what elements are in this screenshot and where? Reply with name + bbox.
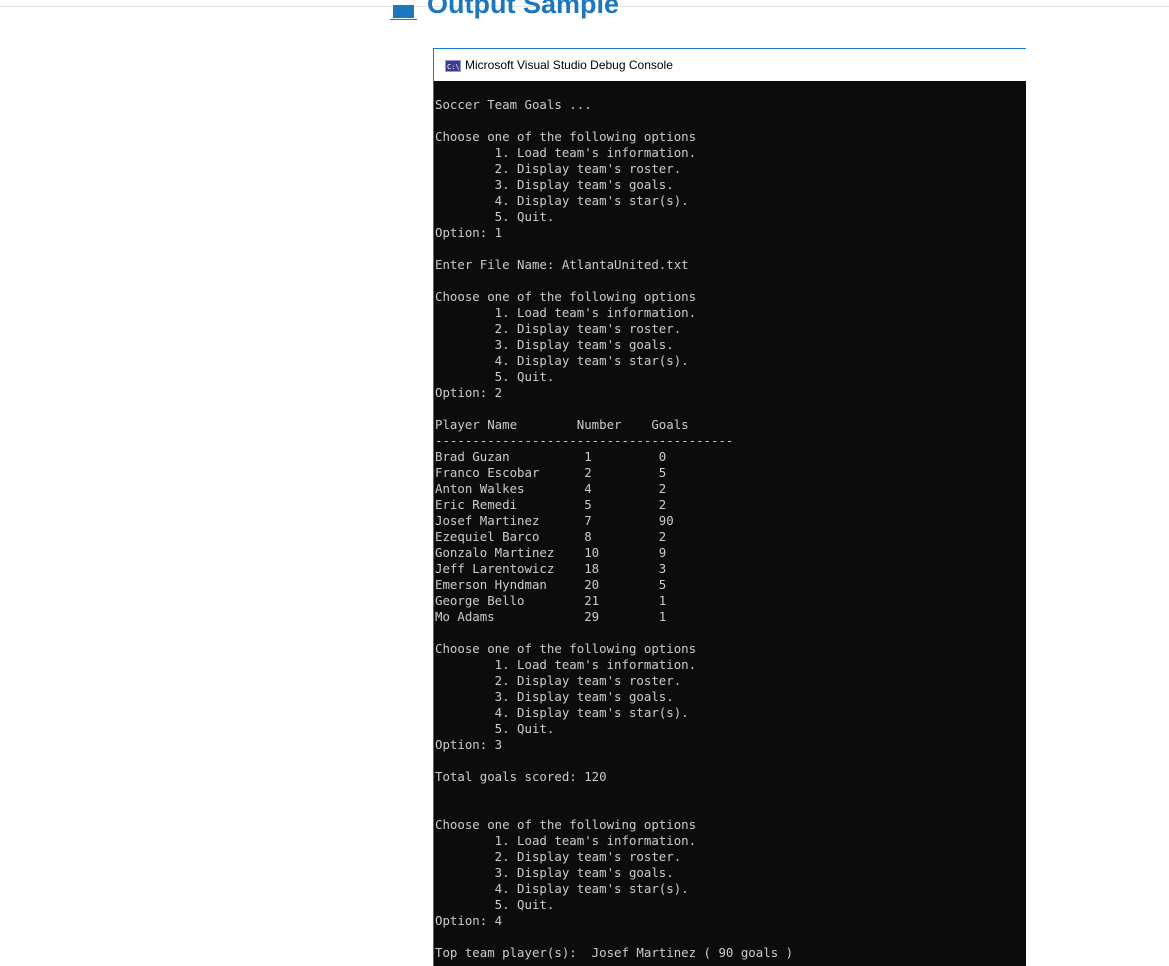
laptop-icon — [390, 0, 417, 20]
console-line: Franco Escobar 2 5 — [435, 465, 667, 480]
console-line: 3. Display team's goals. — [435, 865, 674, 880]
console-line: Option: 4 — [435, 913, 503, 928]
console-line: Brad Guzan 1 0 — [435, 449, 667, 464]
console-line: Choose one of the following options — [435, 289, 697, 304]
console-line: Player Name Number Goals — [435, 417, 689, 432]
console-line: 4. Display team's star(s). — [435, 881, 689, 896]
console-line: Josef Martinez 7 90 — [435, 513, 674, 528]
console-line: 5. Quit. — [435, 721, 555, 736]
section-title: Output Sample — [427, 0, 620, 19]
window-titlebar[interactable]: C:\ Microsoft Visual Studio Debug Consol… — [434, 49, 1026, 81]
console-line: Emerson Hyndman 20 5 — [435, 577, 667, 592]
console-line: 3. Display team's goals. — [435, 177, 674, 192]
console-line: Jeff Larentowicz 18 3 — [435, 561, 667, 576]
console-line: Top team player(s): Josef Martinez ( 90 … — [435, 945, 794, 960]
console-line: Choose one of the following options — [435, 641, 697, 656]
console-line: 1. Load team's information. — [435, 305, 697, 320]
console-line: 3. Display team's goals. — [435, 689, 674, 704]
console-line: Soccer Team Goals ... — [435, 97, 592, 112]
console-line: 2. Display team's roster. — [435, 321, 682, 336]
console-line: 4. Display team's star(s). — [435, 193, 689, 208]
console-line: Enter File Name: AtlantaUnited.txt — [435, 257, 689, 272]
console-line: 4. Display team's star(s). — [435, 705, 689, 720]
console-line: Eric Remedi 5 2 — [435, 497, 667, 512]
console-app-icon: C:\ — [445, 59, 461, 72]
console-line: George Bello 21 1 — [435, 593, 667, 608]
console-window[interactable]: C:\ Microsoft Visual Studio Debug Consol… — [433, 48, 1026, 966]
console-line: 1. Load team's information. — [435, 833, 697, 848]
console-line: 1. Load team's information. — [435, 657, 697, 672]
console-line: 5. Quit. — [435, 897, 555, 912]
console-line: 1. Load team's information. — [435, 145, 697, 160]
svg-text:C:\: C:\ — [447, 63, 460, 71]
section-heading: Output Sample — [390, 0, 619, 20]
console-line: Gonzalo Martinez 10 9 — [435, 545, 667, 560]
console-line: Ezequiel Barco 8 2 — [435, 529, 667, 544]
console-line: Total goals scored: 120 — [435, 769, 607, 784]
console-line: 2. Display team's roster. — [435, 673, 682, 688]
console-line: 3. Display team's goals. — [435, 337, 674, 352]
console-line: 4. Display team's star(s). — [435, 353, 689, 368]
console-line: ---------------------------------------- — [435, 433, 734, 448]
console-line: Choose one of the following options — [435, 129, 697, 144]
console-line: 2. Display team's roster. — [435, 161, 682, 176]
console-line: Choose one of the following options — [435, 817, 697, 832]
console-output[interactable]: Soccer Team Goals ... Choose one of the f… — [435, 97, 1023, 961]
console-line: Anton Walkes 4 2 — [435, 481, 667, 496]
window-title: Microsoft Visual Studio Debug Console — [465, 58, 673, 72]
console-line: Option: 3 — [435, 737, 503, 752]
console-line: Option: 2 — [435, 385, 503, 400]
console-line: Option: 1 — [435, 225, 503, 240]
console-line: 2. Display team's roster. — [435, 849, 682, 864]
console-line: Mo Adams 29 1 — [435, 609, 667, 624]
console-line: 5. Quit. — [435, 209, 555, 224]
console-line: 5. Quit. — [435, 369, 555, 384]
